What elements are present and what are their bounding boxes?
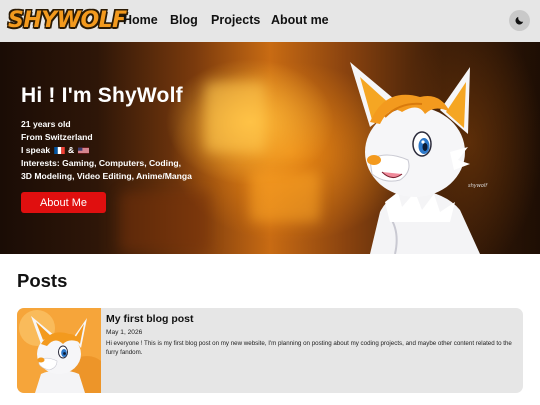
post-thumbnail (17, 308, 101, 393)
logo-text: SHYWOLF (8, 8, 127, 33)
hero-interests-line2: 3D Modeling, Video Editing, Anime/Manga (21, 171, 192, 181)
theme-toggle-button[interactable] (509, 10, 530, 31)
navbar: SHYWOLF Home Blog Projects About me (0, 0, 540, 42)
hero-origin: From Switzerland (21, 132, 93, 142)
hero-title: Hi ! I'm ShyWolf (21, 84, 183, 107)
post-excerpt: Hi everyone ! This is my first blog post… (106, 340, 512, 356)
site-logo[interactable]: SHYWOLF (8, 6, 127, 36)
post-card[interactable]: My first blog post May 1, 2026 Hi everyo… (17, 308, 523, 393)
post-title[interactable]: My first blog post (106, 313, 194, 325)
post-date: May 1, 2026 (106, 329, 143, 336)
nav-link-blog[interactable]: Blog (170, 13, 198, 27)
svg-text:shywolf: shywolf (468, 183, 488, 189)
hero-age: 21 years old (21, 119, 71, 129)
posts-heading: Posts (17, 270, 68, 291)
hero-interests-line1: Interests: Gaming, Computers, Coding, (21, 158, 181, 168)
nav-link-home[interactable]: Home (123, 13, 158, 27)
about-me-button[interactable]: About Me (21, 192, 106, 213)
languages-separator: & (67, 145, 75, 155)
hero-background-blur (205, 82, 265, 152)
hero-background-blur (250, 172, 320, 222)
nav-link-projects[interactable]: Projects (211, 13, 260, 27)
languages-prefix: I speak (21, 145, 51, 155)
nav-link-about-me[interactable]: About me (271, 13, 329, 27)
hero-banner: Hi ! I'm ShyWolf 21 years old From Switz… (0, 42, 540, 254)
moon-icon (515, 16, 524, 25)
wolf-character-illustration: shywolf (350, 62, 488, 254)
hero-languages: I speak & (21, 144, 90, 156)
hero-background-blur (120, 192, 210, 252)
us-flag-icon (77, 147, 89, 153)
fr-flag-icon (53, 146, 65, 154)
